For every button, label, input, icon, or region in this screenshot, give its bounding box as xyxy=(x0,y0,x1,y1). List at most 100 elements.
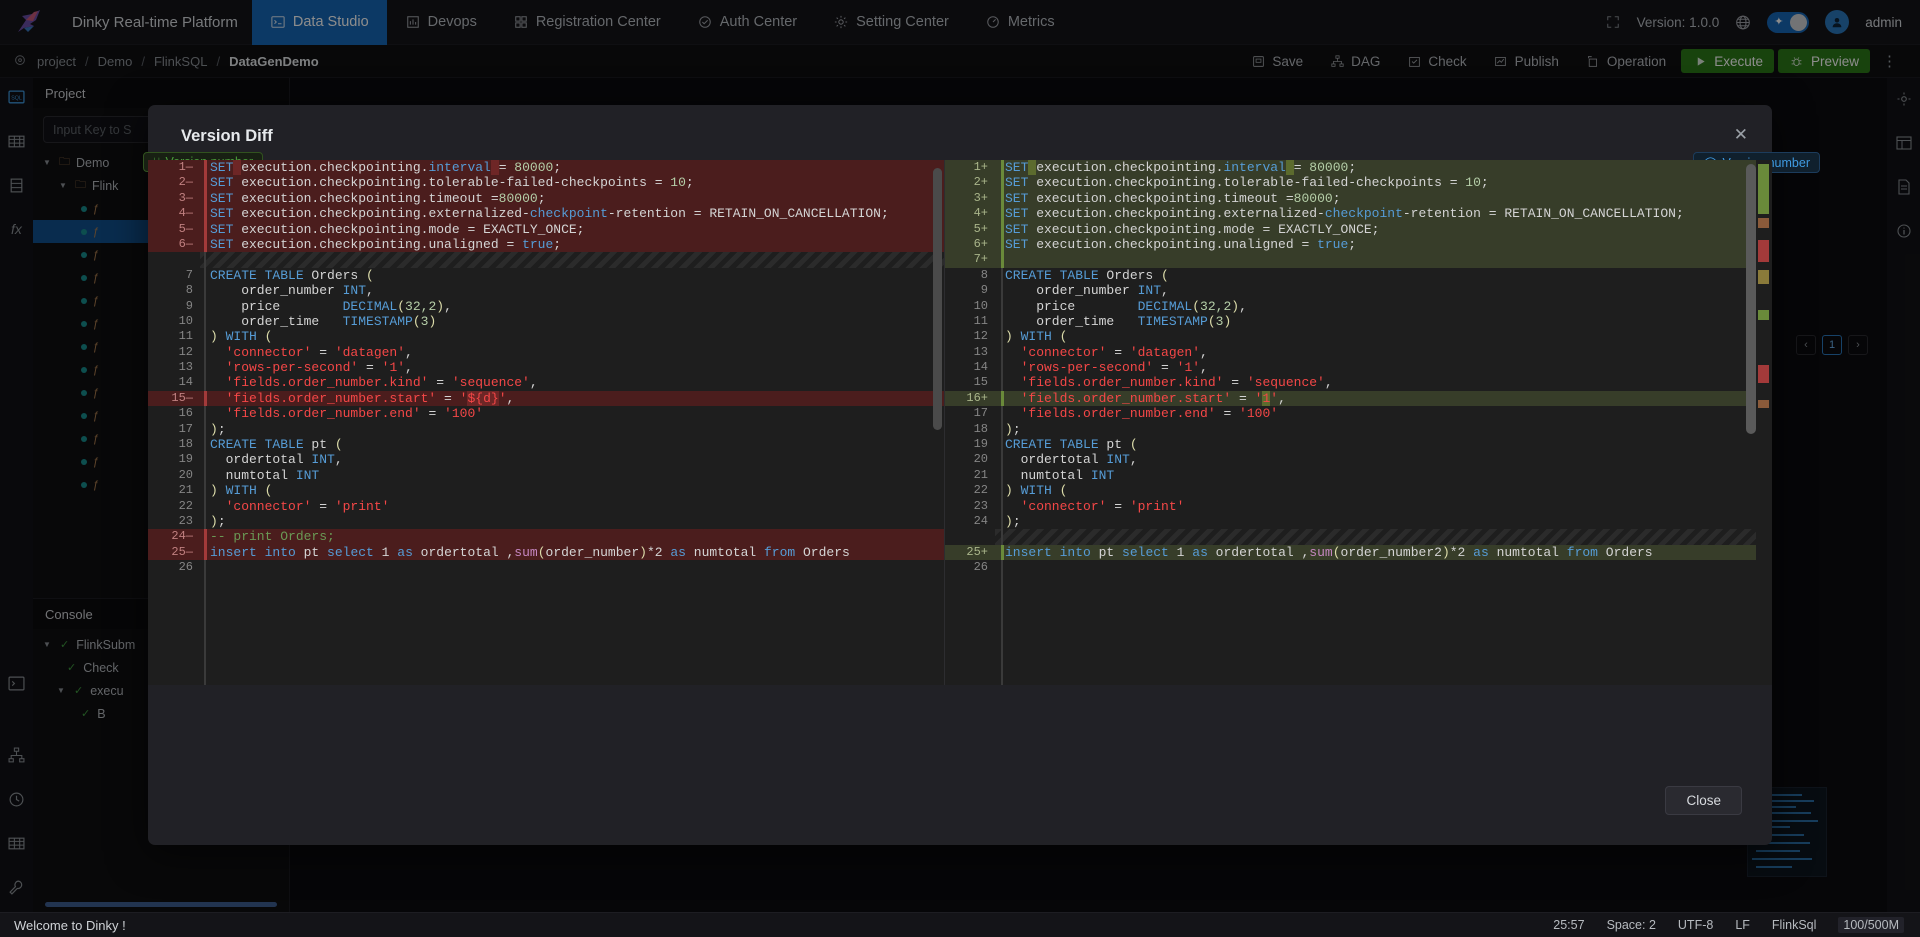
diff-line-text: CREATE TABLE Orders ( xyxy=(210,267,374,283)
close-button[interactable]: Close xyxy=(1665,786,1742,815)
diff-line-number: 13 xyxy=(973,344,988,359)
status-language[interactable]: FlinkSql xyxy=(1772,918,1816,932)
diff-line-text: SET execution.checkpointing.tolerable-fa… xyxy=(200,175,944,190)
diff-line-number: 9 xyxy=(980,283,988,298)
diff-line-text: SET execution.checkpointing.tolerable-fa… xyxy=(995,175,1772,190)
diff-line: 14 'fields.order_number.kind' = 'sequenc… xyxy=(148,375,944,390)
diff-line: 7 CREATE TABLE Orders ( xyxy=(148,268,944,283)
diff-line-number: 25— xyxy=(171,544,193,559)
diff-line: 25+ insert into pt select 1 as ordertotal… xyxy=(945,544,1772,561)
diff-line-number: 24— xyxy=(171,529,193,544)
diff-line-number: 2+ xyxy=(973,175,988,190)
diff-line-number: 20 xyxy=(178,467,193,482)
diff-viewer: 1— SET execution.checkpointing.interval =… xyxy=(148,160,1772,685)
diff-line-text: SET execution.checkpointing.timeout =800… xyxy=(200,191,944,206)
diff-line: 1— SET execution.checkpointing.interval =… xyxy=(148,160,944,176)
diff-line-text: SET execution.checkpointing.mode = EXACT… xyxy=(995,222,1772,237)
diff-pane-original[interactable]: 1— SET execution.checkpointing.interval =… xyxy=(148,160,945,685)
diff-line-text: ) WITH ( xyxy=(1005,329,1068,345)
diff-pane-modified[interactable]: 1+ SET execution.checkpointing.interval =… xyxy=(945,160,1772,685)
diff-line: 2+ SET execution.checkpointing.tolerable-… xyxy=(945,175,1772,191)
diff-line-text: ); xyxy=(210,513,226,529)
diff-left-scrollbar[interactable] xyxy=(933,168,942,430)
status-welcome: Welcome to Dinky ! xyxy=(14,917,126,933)
diff-line-text: numtotal INT xyxy=(210,467,320,483)
diff-line-number: 4— xyxy=(178,206,193,221)
diff-line-text: SET execution.checkpointing.externalized… xyxy=(995,206,1772,221)
close-icon[interactable]: ✕ xyxy=(1734,125,1748,145)
diff-line-number: 1+ xyxy=(973,160,988,174)
diff-line: 5+ SET execution.checkpointing.mode = EXA… xyxy=(945,221,1772,237)
diff-line: 22 'connector' = 'print' xyxy=(148,499,944,514)
diff-line: 24— -- print Orders; xyxy=(148,529,944,545)
diff-line: 9 order_number INT, xyxy=(945,283,1772,298)
diff-line-text: ) WITH ( xyxy=(210,329,273,345)
diff-line-text: SET execution.checkpointing.timeout =800… xyxy=(995,191,1772,206)
diff-line-number: 19 xyxy=(178,452,193,467)
diff-line-text: 'connector' = 'print' xyxy=(210,498,390,514)
diff-line: 6+ SET execution.checkpointing.unaligned … xyxy=(945,236,1772,253)
diff-line-text: CREATE TABLE pt ( xyxy=(210,437,343,453)
diff-line: 5— SET execution.checkpointing.mode = EXA… xyxy=(148,221,944,237)
diff-line-text: 'fields.order_number.kind' = 'sequence', xyxy=(1005,375,1333,391)
diff-line-number: 7+ xyxy=(973,252,988,267)
diff-line: 9 price DECIMAL(32,2), xyxy=(148,299,944,314)
diff-line: 12 'connector' = 'datagen', xyxy=(148,345,944,360)
diff-line: 23 'connector' = 'print' xyxy=(945,499,1772,514)
status-memory[interactable]: 100/500M xyxy=(1838,917,1904,933)
diff-line-number: 21 xyxy=(178,483,193,498)
diff-line-number: 4+ xyxy=(973,206,988,221)
diff-line-text: 'fields.order_number.start' = '${d}', xyxy=(200,390,944,406)
diff-line-text: -- print Orders; xyxy=(200,529,944,544)
diff-line-text: 'rows-per-second' = '1', xyxy=(210,360,413,376)
diff-line-text: SET execution.checkpointing.interval = 8… xyxy=(995,160,1772,175)
diff-line: 19 CREATE TABLE pt ( xyxy=(945,437,1772,452)
diff-line-number: 8 xyxy=(980,267,988,282)
diff-line: 1+ SET execution.checkpointing.interval =… xyxy=(945,160,1772,176)
diff-line: 4— SET execution.checkpointing.externaliz… xyxy=(148,206,944,222)
diff-line-number: 14 xyxy=(973,360,988,375)
diff-line-number: 22 xyxy=(178,498,193,513)
diff-line-number: 12 xyxy=(973,329,988,344)
diff-line: 3— SET execution.checkpointing.timeout =8… xyxy=(148,190,944,207)
diff-line-text: price DECIMAL(32,2), xyxy=(1005,298,1247,314)
diff-line-text: 'fields.order_number.end' = '100' xyxy=(1005,406,1279,422)
diff-line: 24); xyxy=(945,514,1772,529)
diff-line-number: 13 xyxy=(178,360,193,375)
diff-line-number: 10 xyxy=(973,298,988,313)
diff-line-text: 'connector' = 'datagen', xyxy=(1005,344,1208,360)
status-encoding[interactable]: UTF-8 xyxy=(1678,918,1713,932)
diff-line-number: 16 xyxy=(178,406,193,421)
status-eol[interactable]: LF xyxy=(1735,918,1750,932)
diff-line: 17); xyxy=(148,422,944,437)
diff-filler-row xyxy=(200,252,944,268)
diff-line: 10 price DECIMAL(32,2), xyxy=(945,299,1772,314)
diff-line-number: 26 xyxy=(178,560,193,575)
diff-line-text: SET execution.checkpointing.interval = 8… xyxy=(200,160,944,175)
diff-line-text: 'fields.order_number.end' = '100' xyxy=(210,406,484,422)
diff-line-text: ordertotal INT, xyxy=(1005,452,1138,468)
diff-line: 7+ xyxy=(945,252,1772,268)
diff-line: 17 'fields.order_number.end' = '100' xyxy=(945,406,1772,421)
diff-line-number: 15 xyxy=(973,375,988,390)
status-bar: Welcome to Dinky ! 25:57 Space: 2 UTF-8 … xyxy=(0,912,1920,937)
status-indentation[interactable]: Space: 2 xyxy=(1607,918,1656,932)
diff-line-number: 14 xyxy=(178,375,193,390)
diff-line-number: 18 xyxy=(178,437,193,452)
diff-line-number: 17 xyxy=(178,421,193,436)
diff-line-number: 20 xyxy=(973,452,988,467)
status-cursor-position[interactable]: 25:57 xyxy=(1553,918,1584,932)
diff-right-scrollbar[interactable] xyxy=(1746,164,1756,434)
diff-line-number: 9 xyxy=(185,298,193,313)
diff-line: 2— SET execution.checkpointing.tolerable-… xyxy=(148,175,944,191)
diff-line-number: 19 xyxy=(973,437,988,452)
diff-line: 26 xyxy=(148,560,944,575)
diff-line-text: ) WITH ( xyxy=(1005,483,1068,499)
diff-overview-ruler[interactable] xyxy=(1756,160,1772,685)
diff-line-text: order_time TIMESTAMP(3) xyxy=(210,313,437,329)
diff-line-text: SET execution.checkpointing.externalized… xyxy=(200,206,944,221)
diff-line-text: ); xyxy=(1005,421,1021,437)
diff-line-number: 3— xyxy=(178,190,193,205)
diff-code-modified: 1+ SET execution.checkpointing.interval =… xyxy=(945,160,1772,576)
diff-line-text: SET execution.checkpointing.unaligned = … xyxy=(995,237,1772,252)
